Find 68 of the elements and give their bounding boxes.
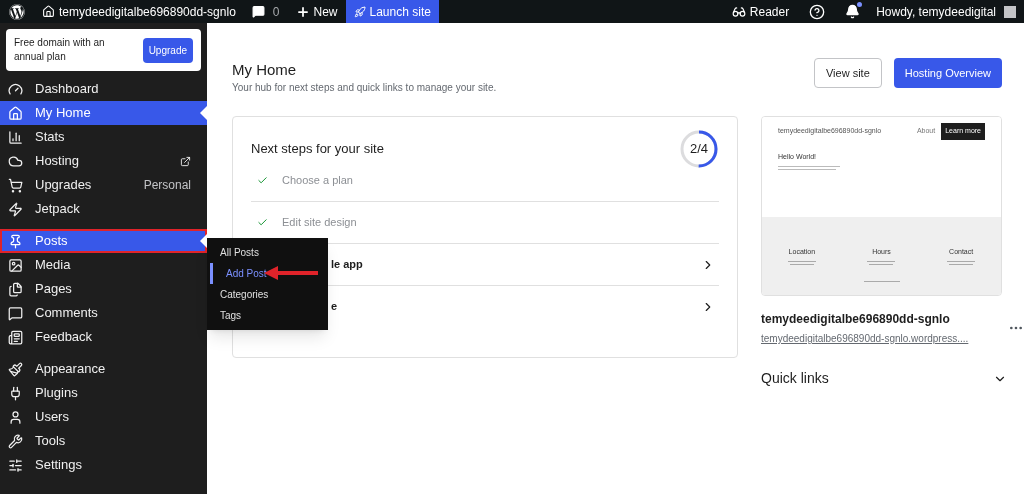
sidebar-item[interactable]: Pages xyxy=(0,277,207,301)
sidebar-item[interactable]: Posts xyxy=(0,229,207,253)
home-icon xyxy=(42,5,55,18)
glasses-icon xyxy=(731,4,746,19)
quick-links-toggle[interactable]: Quick links xyxy=(761,368,1002,389)
preview-footer-line xyxy=(863,280,900,282)
view-site-button[interactable]: View site xyxy=(813,58,882,88)
promo-text: Free domain with an annual plan xyxy=(14,36,106,64)
avatar-icon xyxy=(1004,5,1016,18)
help-icon[interactable] xyxy=(809,3,826,20)
sidebar-item[interactable]: My Home xyxy=(0,101,207,125)
sidebar-item[interactable]: Jetpack xyxy=(0,197,207,221)
check-icon xyxy=(257,217,268,228)
sidebar-item[interactable]: Feedback xyxy=(0,325,207,349)
sidebar-item[interactable]: Stats xyxy=(0,125,207,149)
home-icon xyxy=(8,105,23,121)
user-icon xyxy=(8,409,23,425)
check-icon xyxy=(257,174,268,186)
site-url-link[interactable]: temydeedigitalbe696890dd-sgnlo.wordpress.... xyxy=(761,331,969,346)
newspaper-icon xyxy=(8,329,23,345)
plan-label: Personal xyxy=(143,177,191,194)
wrench-icon xyxy=(8,433,23,449)
site-name: temydeedigitalbe696890dd-sgnlo xyxy=(761,311,951,328)
new-link[interactable]: New xyxy=(287,0,346,23)
sidebar-item[interactable]: Settings xyxy=(0,453,207,477)
sidebar-item[interactable]: Tools xyxy=(0,429,207,453)
sliders-icon xyxy=(8,457,23,473)
sidebar-item[interactable]: Dashboard xyxy=(0,77,207,101)
sidebar-item[interactable]: Upgrades Personal xyxy=(0,173,207,197)
preview-text-lines xyxy=(867,260,896,265)
launch-site-link[interactable]: Launch site xyxy=(345,0,439,23)
sidebar-item[interactable]: Users xyxy=(0,405,207,429)
image-icon xyxy=(8,257,23,273)
pin-icon xyxy=(8,233,23,249)
preview-text-lines xyxy=(787,260,816,265)
card-title: Next steps for your site xyxy=(251,140,384,159)
step-item[interactable]: Choose a plan xyxy=(251,159,719,201)
preview-text-lines xyxy=(947,260,976,265)
comment-icon xyxy=(8,305,23,321)
plus-icon xyxy=(295,4,310,19)
wordpress-logo-icon[interactable] xyxy=(9,3,25,20)
site-link[interactable]: temydeedigitalbe696890dd-sgnlo xyxy=(34,0,244,23)
cloud-icon xyxy=(8,153,23,169)
comments-link[interactable]: 0 xyxy=(243,0,288,23)
preview-text-lines xyxy=(778,166,840,170)
page-title: My Home xyxy=(232,60,298,80)
reader-link[interactable]: Reader xyxy=(723,0,798,23)
sidebar-item[interactable]: Hosting xyxy=(0,149,207,173)
gauge-icon xyxy=(8,81,23,97)
progress-count: 2/4 xyxy=(688,140,710,159)
bolt-icon xyxy=(8,201,23,217)
comment-icon xyxy=(251,5,265,18)
paintbrush-icon xyxy=(8,361,23,377)
page-subtitle: Your hub for next steps and quick links to manage your site. xyxy=(232,81,497,95)
sidebar-item[interactable]: Media xyxy=(0,253,207,277)
rocket-icon xyxy=(353,5,366,18)
pages-icon xyxy=(8,281,23,297)
account-link[interactable]: Howdy, temydeedigital xyxy=(868,0,1024,23)
bell-icon[interactable] xyxy=(845,4,861,19)
bar-chart-icon xyxy=(8,129,23,145)
plug-icon xyxy=(8,385,23,401)
upgrade-button[interactable]: Upgrade xyxy=(142,37,193,63)
sidebar-item[interactable]: Appearance xyxy=(0,357,207,381)
hosting-overview-button[interactable]: Hosting Overview xyxy=(893,58,1002,88)
sidebar-item[interactable]: Comments xyxy=(0,301,207,325)
selection-pointer-icon xyxy=(200,106,207,120)
sidebar-item[interactable]: Plugins xyxy=(0,381,207,405)
cart-icon xyxy=(8,177,23,193)
